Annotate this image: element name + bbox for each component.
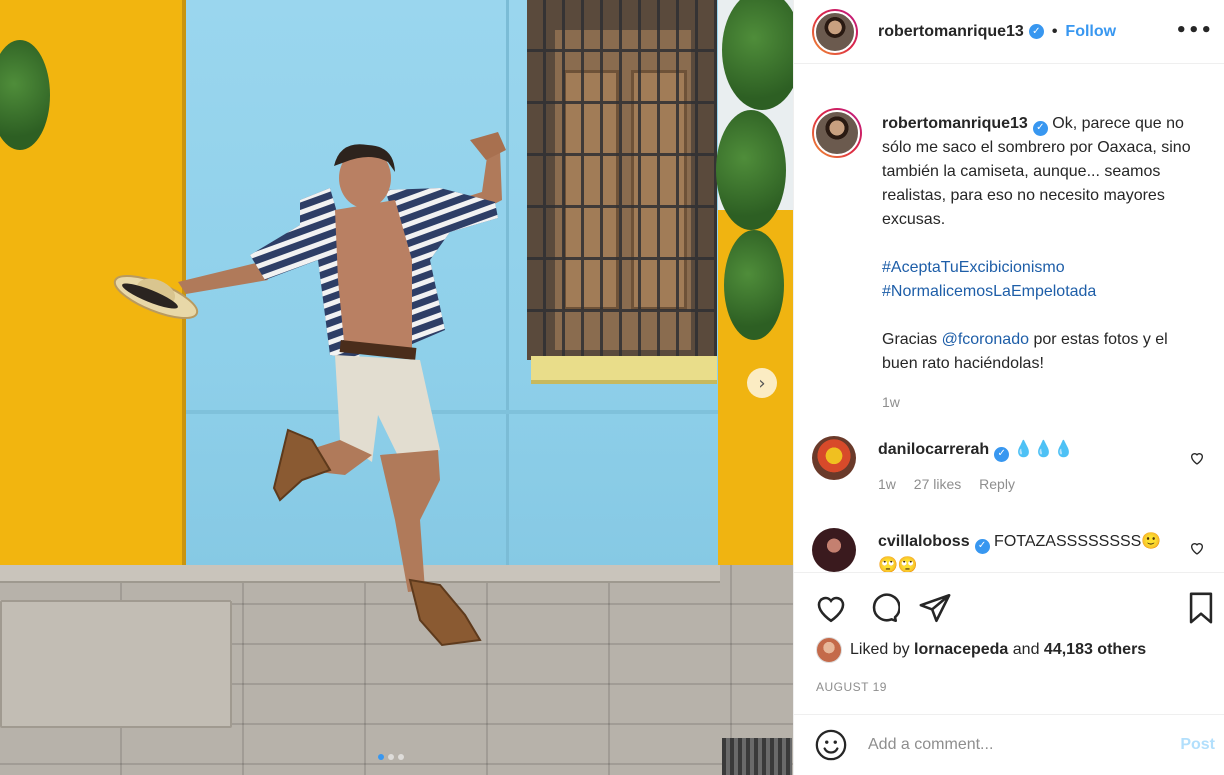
comment-item: danilocarrerah ✓ 💧💧💧 1w 27 likes Reply	[812, 436, 1073, 496]
comment-likes[interactable]: 27 likes	[914, 476, 961, 492]
mention-link[interactable]: @fcoronado	[942, 331, 1029, 348]
post-button[interactable]: Post	[1180, 736, 1215, 754]
post-side-panel: robertomanrique13 ✓ • Follow ••• roberto…	[793, 0, 1224, 775]
comment-username[interactable]: cvillaloboss	[878, 533, 970, 550]
comment-item: cvillaloboss ✓ FOTAZASSSSSSSS🙂🙄🙄	[812, 528, 1168, 572]
comment-text: 💧💧💧	[1013, 441, 1074, 458]
carousel-dots	[378, 754, 404, 760]
liked-by-prefix: Liked by	[850, 641, 910, 658]
carousel-dot	[388, 754, 394, 760]
reply-button[interactable]: Reply	[979, 476, 1015, 492]
post-header: robertomanrique13 ✓ • Follow •••	[794, 0, 1224, 64]
comment-icon[interactable]	[866, 591, 900, 625]
verified-icon: ✓	[994, 446, 1010, 462]
comment-avatar[interactable]	[812, 528, 856, 572]
verified-icon: ✓	[974, 538, 990, 554]
header-separator: •	[1051, 22, 1058, 40]
liked-by: Liked by lornacepeda and 44,183 others	[816, 637, 1146, 663]
comment-time[interactable]: 1w	[878, 476, 896, 492]
carousel-dot	[378, 754, 384, 760]
chevron-right-icon: ›	[758, 372, 766, 394]
hashtag-link[interactable]: #NormalicemosLaEmpelotada	[882, 280, 1202, 304]
jumping-man	[113, 132, 506, 647]
verified-icon: ✓	[1032, 120, 1048, 136]
author-avatar[interactable]	[812, 8, 858, 55]
caption-thanks-prefix: Gracias	[882, 331, 938, 348]
add-comment-bar: Post	[794, 714, 1224, 775]
hashtag-link[interactable]: #AceptaTuExcibicionismo	[882, 256, 1202, 280]
share-icon[interactable]	[918, 591, 952, 625]
verified-icon: ✓	[1028, 24, 1044, 39]
heart-icon[interactable]	[1189, 450, 1205, 466]
follow-button[interactable]: Follow	[1065, 23, 1116, 41]
liked-by-connector: and	[1012, 641, 1040, 658]
post-date[interactable]: AUGUST 19	[816, 680, 887, 694]
post-actions: Liked by lornacepeda and 44,183 others A…	[794, 572, 1224, 714]
likes-count[interactable]: 44,183 others	[1044, 641, 1146, 659]
caption-avatar[interactable]	[812, 108, 862, 158]
liker-username[interactable]: lornacepeda	[914, 641, 1008, 659]
heart-icon[interactable]	[1189, 540, 1205, 556]
comment-avatar[interactable]	[812, 436, 856, 480]
caption: robertomanrique13 ✓ Ok, parece que no sól…	[812, 108, 1202, 414]
comments-scroll[interactable]: robertomanrique13 ✓ Ok, parece que no sól…	[794, 100, 1224, 572]
caption-username[interactable]: robertomanrique13	[882, 115, 1028, 132]
carousel-next-button[interactable]: ›	[747, 368, 777, 398]
bookmark-icon[interactable]	[1184, 591, 1218, 625]
heart-icon[interactable]	[814, 591, 848, 625]
post-photo[interactable]: ›	[0, 0, 793, 775]
smiley-icon[interactable]	[814, 728, 848, 762]
carousel-dot	[398, 754, 404, 760]
caption-time[interactable]: 1w	[882, 394, 900, 410]
liker-avatar[interactable]	[816, 637, 842, 663]
comment-username[interactable]: danilocarrerah	[878, 441, 989, 458]
author-username[interactable]: robertomanrique13	[878, 23, 1024, 41]
more-icon[interactable]: •••	[1175, 20, 1213, 41]
comment-input[interactable]	[868, 736, 1168, 754]
